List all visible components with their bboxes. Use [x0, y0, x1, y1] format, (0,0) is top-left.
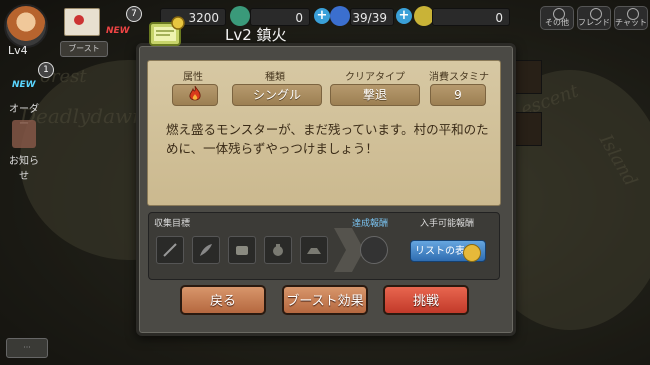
new-tag: NEW: [106, 26, 130, 36]
achievement-reward-slot[interactable]: [360, 236, 388, 264]
quest-scroll-icon: [149, 16, 185, 46]
collect-item-slot[interactable]: [264, 236, 292, 264]
news-icon: [12, 120, 36, 148]
friends-button[interactable]: フレンド: [577, 6, 611, 30]
show-reward-list-button[interactable]: リストの表示: [410, 240, 486, 262]
quest-title: Lv2 鎮火: [225, 26, 287, 44]
collect-target-label: 収集目標: [154, 219, 191, 229]
hat-icon: [307, 248, 321, 254]
add-stamina-button[interactable]: +: [396, 8, 412, 24]
quest-type-value: シングル: [232, 84, 322, 106]
stamina-cost-value: 9: [430, 84, 486, 106]
stick-icon: [163, 243, 177, 257]
chat-button[interactable]: チャット: [614, 6, 648, 30]
fire-attribute-icon: [189, 86, 201, 101]
chat-icon: [627, 8, 639, 20]
points-counter: 0: [432, 8, 510, 26]
type-header: 種類: [265, 72, 285, 83]
back-button[interactable]: 戻る: [180, 285, 266, 315]
clear-type-value: 撃退: [330, 84, 420, 106]
corner-button[interactable]: ···: [6, 338, 48, 358]
collect-item-slot[interactable]: [300, 236, 328, 264]
news-button[interactable]: お知らせ: [6, 152, 42, 182]
pouch-icon: [273, 244, 283, 256]
coin-bag-icon: [463, 244, 481, 262]
add-gems-button[interactable]: +: [314, 8, 330, 24]
mail-button[interactable]: [64, 8, 100, 36]
stamina-icon: [330, 6, 350, 26]
challenge-button[interactable]: 挑戦: [383, 285, 469, 315]
other-menu-button[interactable]: その他: [540, 6, 574, 30]
achievement-reward-label: 達成報酬: [352, 219, 389, 229]
boost-tag[interactable]: ブースト: [60, 41, 108, 57]
player-avatar[interactable]: [4, 4, 48, 48]
ore-icon: [236, 246, 248, 255]
player-level: Lv4: [8, 44, 28, 57]
order-new-tag: NEW: [12, 80, 36, 90]
stamina-cost-header: 消費スタミナ: [429, 72, 489, 83]
attribute-header: 属性: [183, 72, 203, 83]
boost-effect-button[interactable]: ブースト効果: [282, 285, 368, 315]
collect-item-slot[interactable]: [192, 236, 220, 264]
gear-icon: [553, 8, 565, 20]
stamina-counter: 39/39: [350, 8, 394, 26]
mail-icon: [74, 15, 84, 25]
quest-description: 燃え盛るモンスターが、まだ残っています。村の平和のために、一体残らずやっつけまし…: [166, 122, 489, 156]
friends-icon: [590, 8, 602, 20]
top-bar: 3200 0 + 39/39 + 0 その他 フレンド チャット 7 NEW: [0, 0, 650, 36]
obtainable-reward-label: 入手可能報酬: [420, 219, 475, 229]
feather-icon: [200, 244, 212, 256]
points-icon: [414, 6, 434, 26]
order-badge: 1: [38, 62, 54, 78]
collect-item-slot[interactable]: [156, 236, 184, 264]
clear-type-header: クリアタイプ: [345, 72, 405, 83]
collect-item-slot[interactable]: [228, 236, 256, 264]
gem-icon: [230, 6, 250, 26]
mail-count-badge: 7: [126, 6, 142, 22]
